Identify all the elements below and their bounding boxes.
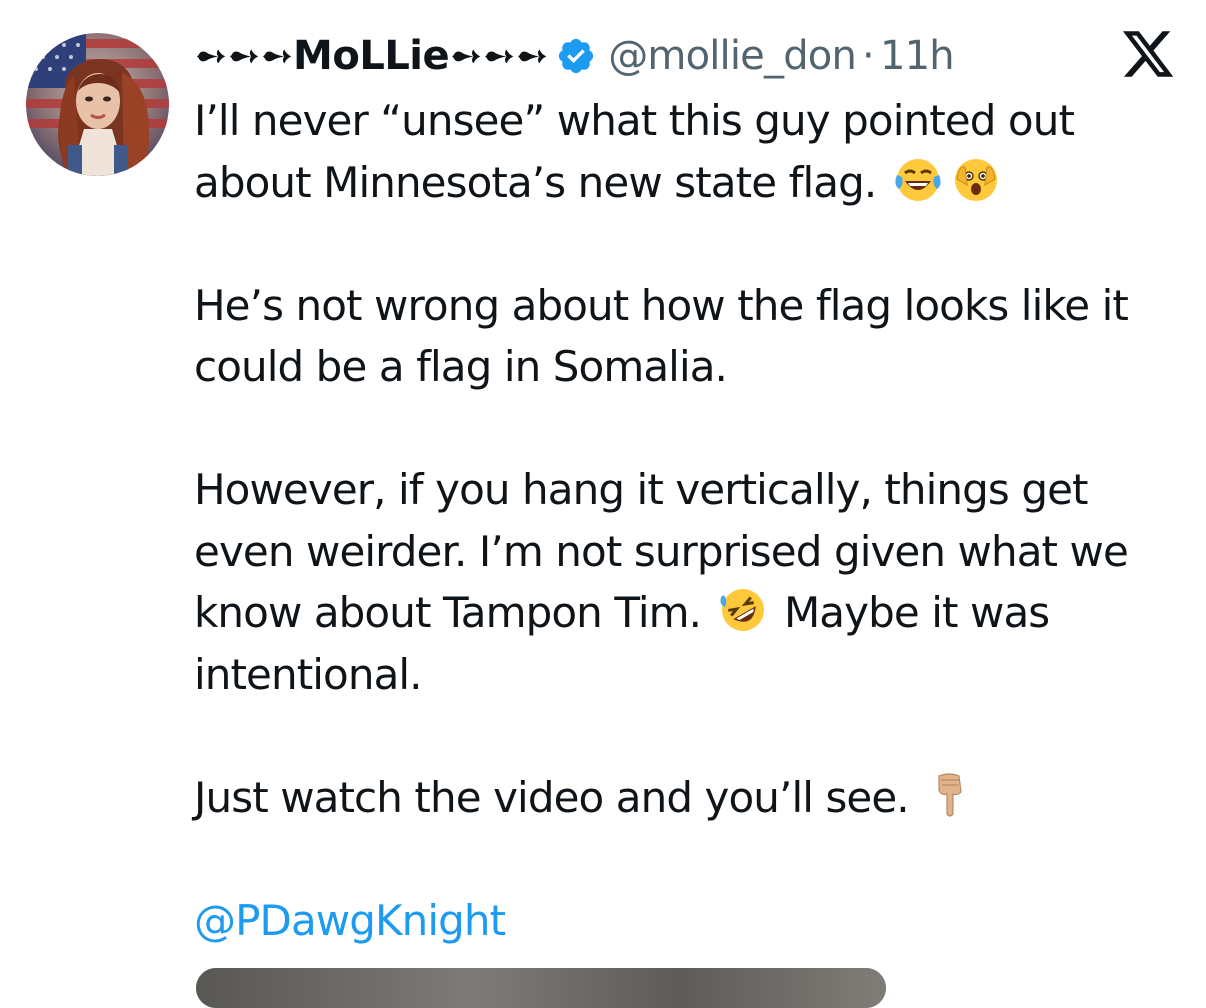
paragraph-2-line-1: He’s not wrong about how the flag looks … <box>194 280 1129 330</box>
avatar[interactable] <box>26 33 169 176</box>
mention-link[interactable]: @PDawgKnight <box>194 896 506 945</box>
timestamp[interactable]: 11h <box>880 33 955 79</box>
paragraph-3-line-1: However, if you hang it vertically, thin… <box>194 465 1088 514</box>
video-thumbnail <box>196 968 886 1008</box>
handle[interactable]: @mollie_don <box>608 33 857 79</box>
mention-line: @PDawgKnight <box>194 890 1194 952</box>
paragraph-3-line-3: know about Tampon Tim. Maybe it was <box>194 582 1194 644</box>
verified-badge-icon[interactable] <box>556 36 596 76</box>
tweet-header: ➻➻➻MoLLie➻➻➻ @mollie_don · 11h <box>194 28 955 84</box>
backhand-index-pointing-down-icon <box>925 770 975 820</box>
paragraph-1-line-2: about Minnesota’s new state flag. <box>194 152 1194 214</box>
paragraph-2-line-2: could be a flag in Somalia. <box>194 342 728 391</box>
rolling-on-the-floor-laughing-icon <box>718 585 768 635</box>
paragraph-1-line-1: I’ll never “unsee” what this guy pointed… <box>194 96 1075 145</box>
x-logo-icon[interactable] <box>1120 26 1176 82</box>
face-with-open-eyes-and-hand-over-mouth-icon <box>951 155 1001 205</box>
display-name[interactable]: ➻➻➻MoLLie➻➻➻ <box>194 33 549 79</box>
paragraph-3-line-3-text-a: know about Tampon Tim. <box>194 588 702 637</box>
paragraph-3-line-4: intentional. <box>194 649 423 699</box>
paragraph-3-line-2: even weirder. I’m not surprised given wh… <box>194 526 1129 576</box>
separator-dot: · <box>862 33 875 79</box>
avatar-photo <box>26 33 169 176</box>
paragraph-3-line-3-text-b: Maybe it was <box>783 588 1050 637</box>
paragraph-1-line-2-text: about Minnesota’s new state flag. <box>194 157 877 207</box>
face-with-tears-of-joy-icon <box>893 155 943 205</box>
tweet-text: I’ll never “unsee” what this guy pointed… <box>194 90 1194 951</box>
paragraph-4-line-1-text: Just watch the video and you’ll see. <box>194 772 910 822</box>
tweet: ➻➻➻MoLLie➻➻➻ @mollie_don · 11h I’ll neve… <box>0 0 1206 1008</box>
paragraph-4-line-1: Just watch the video and you’ll see. <box>194 767 1194 829</box>
video-media-preview[interactable] <box>196 968 886 1008</box>
